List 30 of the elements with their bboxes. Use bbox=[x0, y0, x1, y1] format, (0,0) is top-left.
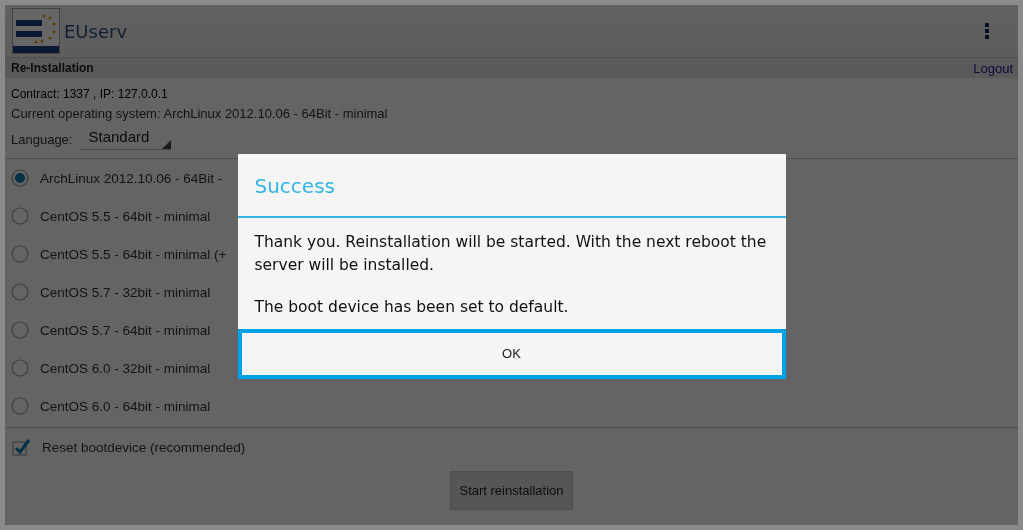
section-title: Re-Installation bbox=[11, 61, 94, 75]
os-option-label: CentOS 6.0 - 64bit - minimal bbox=[40, 398, 211, 414]
radio-button[interactable] bbox=[11, 359, 29, 377]
os-option-label: CentOS 5.7 - 32bit - minimal bbox=[40, 284, 211, 300]
current-os-info: Current operating system: ArchLinux 2012.10.06 - 64Bit - minimal bbox=[11, 106, 389, 121]
os-option-label: ArchLinux 2012.10.06 - 64Bit - bbox=[40, 170, 223, 186]
radio-button[interactable] bbox=[11, 397, 29, 415]
language-dropdown[interactable]: Standard bbox=[80, 128, 172, 150]
dialog-message: The boot device has been set to default. bbox=[254, 296, 570, 318]
dropdown-corner-icon bbox=[162, 140, 172, 149]
contract-info: Contract: 1337 , IP: 127.0.0.1 bbox=[11, 87, 169, 101]
radio-button[interactable] bbox=[11, 169, 29, 187]
os-option-label: CentOS 5.5 - 64bit - minimal (+ bbox=[40, 246, 227, 262]
radio-button[interactable] bbox=[11, 321, 29, 339]
ok-button[interactable]: OK bbox=[237, 328, 786, 379]
checkbox[interactable] bbox=[11, 437, 31, 457]
reset-bootdevice-label: Reset bootdevice (recommended) bbox=[42, 439, 246, 455]
app-title: EUserv bbox=[64, 20, 129, 42]
radio-button[interactable] bbox=[11, 207, 29, 225]
logout-link[interactable]: Logout bbox=[973, 60, 1013, 76]
os-option-label: CentOS 6.0 - 32bit - minimal bbox=[40, 360, 211, 376]
radio-button[interactable] bbox=[11, 245, 29, 263]
dialog-title: Success bbox=[237, 153, 786, 218]
start-reinstallation-button[interactable]: Start reinstallation bbox=[450, 471, 573, 510]
radio-button[interactable] bbox=[11, 283, 29, 301]
logo-icon bbox=[12, 8, 60, 54]
language-label: Language: bbox=[11, 131, 73, 147]
dialog-message: Thank you. Reinstallation will be started. With the next reboot the server will be installed. bbox=[254, 231, 768, 276]
os-option-label: CentOS 5.7 - 64bit - minimal bbox=[40, 322, 211, 338]
os-option-label: CentOS 5.5 - 64bit - minimal bbox=[40, 208, 211, 224]
